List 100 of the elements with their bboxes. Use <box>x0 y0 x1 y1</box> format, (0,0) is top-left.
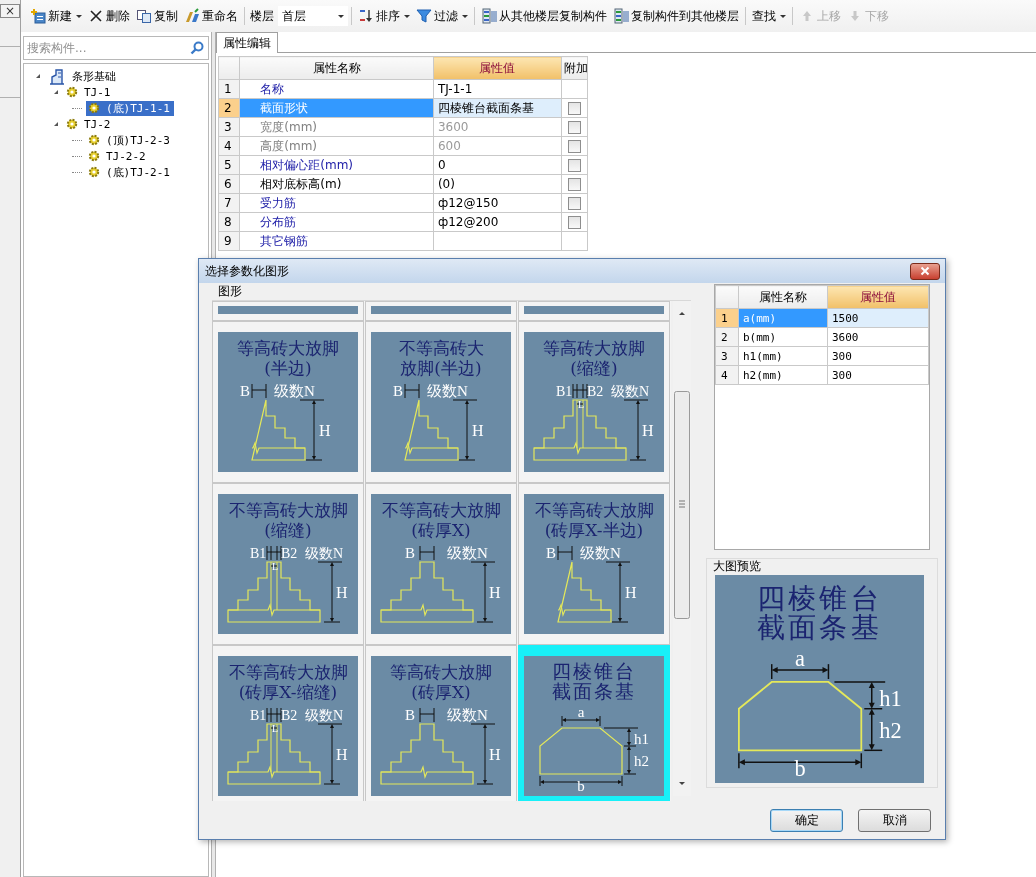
property-value[interactable]: 300 <box>827 365 929 385</box>
toolbar-button[interactable]: 从其他楼层复制构件 <box>478 5 610 27</box>
column-header[interactable]: 属性值 <box>827 285 929 309</box>
shape-option[interactable]: 等高砖大放脚 (砖厚X) B 级数N H <box>365 645 517 801</box>
property-name[interactable]: 其它钢筋 <box>239 231 434 251</box>
gear-icon <box>88 102 100 114</box>
property-value[interactable]: (0) <box>433 174 562 194</box>
checkbox[interactable] <box>567 159 581 172</box>
dimension-label: a <box>577 704 585 720</box>
property-name[interactable]: h1(mm) <box>738 346 828 366</box>
checkbox[interactable] <box>567 102 581 115</box>
floor-label: 楼层 <box>249 7 275 25</box>
property-name[interactable]: b(mm) <box>738 327 828 347</box>
shape-option[interactable]: 不等高砖大放脚 (缩缝) B1 L B2 级数N H <box>212 483 364 645</box>
dimension-label: a <box>795 645 806 671</box>
toolbar-button[interactable]: 查找 <box>749 5 789 27</box>
toolbar-button[interactable]: 复制 <box>133 5 181 27</box>
figure-title: 四棱锥台 截面条基 <box>757 581 882 645</box>
shape-option[interactable] <box>365 301 517 321</box>
shape-option[interactable]: 不等高砖大放脚 (砖厚X-缩缝) B1 L B2 级数N H <box>212 645 364 801</box>
tree-item[interactable]: (底)TJ-2-1 <box>86 164 174 180</box>
shape-option[interactable]: 不等高砖大放脚 (砖厚X-半边) B 级数N H <box>518 483 670 645</box>
checkbox[interactable] <box>567 197 581 210</box>
close-button[interactable] <box>910 262 940 280</box>
dialog-title: 选择参数化图形 <box>205 262 289 280</box>
property-value[interactable] <box>433 231 562 251</box>
column-header[interactable]: 属性名称 <box>738 285 828 309</box>
search-input[interactable]: 搜索构件... <box>24 37 190 59</box>
shape-option[interactable]: 等高砖大放脚 (缩缝) B1 L B2 级数N H <box>518 321 670 483</box>
close-button[interactable]: × <box>0 4 20 18</box>
dimension-label: B1 <box>556 384 573 399</box>
footing-icon <box>48 67 66 85</box>
property-name[interactable]: 分布筋 <box>239 212 434 232</box>
tree-item[interactable]: (顶)TJ-2-3 <box>86 132 174 148</box>
tree-item[interactable]: TJ-1 <box>64 84 115 100</box>
figure-title: 等高砖大放脚 (砖厚X) <box>390 662 492 702</box>
dimension-label: B <box>405 545 415 561</box>
expand-icon[interactable] <box>54 122 58 126</box>
dialog-button[interactable]: 确定 <box>770 809 843 832</box>
dimension-label: 级数N <box>305 546 344 561</box>
dimension-label: L <box>272 561 279 572</box>
expand-icon[interactable] <box>36 74 40 78</box>
property-value[interactable]: TJ-1-1 <box>433 79 562 99</box>
tree-item[interactable]: TJ-2 <box>64 116 115 132</box>
dimension-label: 级数N <box>447 545 488 561</box>
gear-icon <box>88 134 100 146</box>
property-name[interactable]: 名称 <box>239 79 434 99</box>
property-name[interactable]: 相对底标高(m) <box>239 174 434 194</box>
property-value[interactable]: ф12@200 <box>433 212 562 232</box>
property-value[interactable]: 0 <box>433 155 562 175</box>
tag-icon <box>184 8 200 24</box>
property-name[interactable]: 相对偏心距(mm) <box>239 155 434 175</box>
filter-icon <box>416 8 432 24</box>
shape-option[interactable] <box>212 301 364 321</box>
copy-icon <box>136 8 152 24</box>
toolbar-button[interactable]: 复制构件到其他楼层 <box>610 5 742 27</box>
dimension-label: 级数N <box>580 545 621 561</box>
figure-title: 四棱锥台 截面条基 <box>552 660 636 702</box>
delete-icon <box>88 8 104 24</box>
dimension-label: H <box>489 746 501 763</box>
search-field[interactable]: 搜索构件... <box>23 36 209 60</box>
property-value[interactable]: 3600 <box>827 327 929 347</box>
dimension-label: L <box>272 723 279 734</box>
dialog-button[interactable]: 取消 <box>858 809 931 832</box>
property-name[interactable]: h2(mm) <box>738 365 828 385</box>
close-icon <box>920 266 930 276</box>
dimension-label: B2 <box>587 384 604 399</box>
new-document-icon <box>30 8 46 24</box>
checkbox[interactable] <box>567 216 581 229</box>
tree-item[interactable]: TJ-2-2 <box>86 148 150 164</box>
floor-select[interactable]: 首层 <box>278 6 348 26</box>
checkbox[interactable] <box>567 178 581 191</box>
toolbar-button[interactable]: 重命名 <box>181 5 241 27</box>
tree-item[interactable]: (底)TJ-1-1 <box>86 100 174 116</box>
column-header[interactable]: 附加 <box>561 56 588 80</box>
property-name[interactable]: 受力筋 <box>239 193 434 213</box>
dimension-label: h1 <box>879 685 902 711</box>
dimension-label: B1 <box>250 546 267 561</box>
property-value[interactable]: 300 <box>827 346 929 366</box>
group-label: 图形 <box>217 284 243 300</box>
figure-title: 不等高砖大 放脚(半边) <box>398 338 484 378</box>
search-icon <box>190 41 204 55</box>
dimension-label: H <box>336 746 348 763</box>
toolbar-button[interactable]: 排序 <box>355 5 413 27</box>
dimension-label: h2 <box>879 718 902 744</box>
toolbar-button[interactable]: 新建 <box>27 5 85 27</box>
toolbar-button[interactable]: 删除 <box>85 5 133 27</box>
dimension-label: H <box>472 422 484 439</box>
toolbar-button[interactable]: 过滤 <box>413 5 471 27</box>
shape-option[interactable]: 四棱锥台 截面条基 a h1 h2 b <box>518 645 670 801</box>
column-header[interactable]: 属性名称 <box>239 56 434 80</box>
expand-icon[interactable] <box>54 90 58 94</box>
property-value[interactable]: ф12@150 <box>433 193 562 213</box>
tree-item[interactable]: 条形基础 <box>46 68 120 84</box>
shape-option[interactable]: 等高砖大放脚 (半边) B 级数N H <box>212 321 364 483</box>
shape-option[interactable] <box>518 301 670 321</box>
shape-option[interactable]: 不等高砖大放脚 (砖厚X) B 级数N H <box>365 483 517 645</box>
tab[interactable]: 属性编辑 <box>216 32 278 53</box>
column-header[interactable]: 属性值 <box>433 56 562 80</box>
shape-option[interactable]: 不等高砖大 放脚(半边) B 级数N H <box>365 321 517 483</box>
